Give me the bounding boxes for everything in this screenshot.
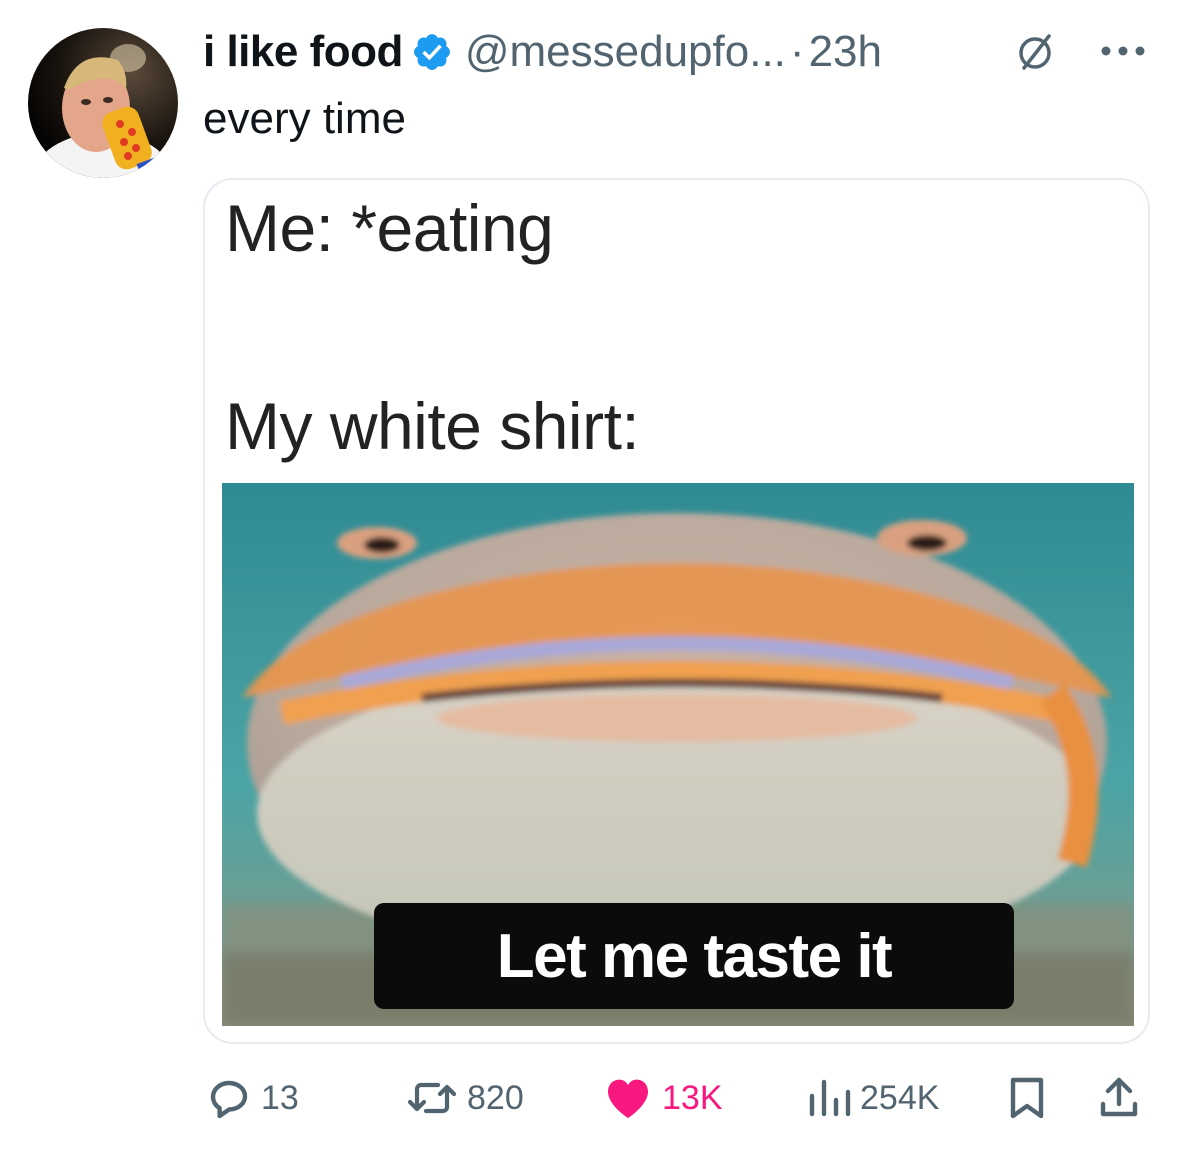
meme-text-line2: My white shirt: [225,389,640,463]
more-icon[interactable] [1098,44,1148,58]
views-button[interactable]: 254K [806,1068,939,1128]
reply-button[interactable]: 13 [205,1068,299,1128]
share-button[interactable] [1097,1068,1149,1128]
like-count: 13K [662,1078,723,1117]
share-icon [1100,1077,1138,1117]
grok-icon[interactable] [1016,30,1056,74]
meme-text-line1: Me: *eating [225,191,554,265]
avatar[interactable] [28,28,178,178]
bookmark-button[interactable] [1005,1068,1057,1128]
reply-count: 13 [261,1078,299,1117]
reply-icon [210,1080,248,1119]
action-bar: 13 820 13K 254K [0,1068,1179,1128]
tweet-text: every time [203,94,406,143]
handle[interactable]: @messedupfo... [465,27,786,77]
verified-badge-icon[interactable] [411,31,453,73]
display-name[interactable]: i like food [203,27,403,77]
bookmark-icon [1010,1077,1044,1119]
heart-icon [608,1079,648,1118]
repost-icon [407,1082,457,1114]
repost-button[interactable]: 820 [405,1068,524,1128]
separator-dot: · [789,27,805,76]
views-icon [809,1079,851,1117]
timestamp[interactable]: 23h [809,27,882,77]
view-count: 254K [860,1078,940,1117]
repost-count: 820 [467,1078,524,1117]
meme-image: Let me taste it [222,483,1134,1026]
like-button[interactable]: 13K [602,1068,723,1128]
post-header: i like food @messedupfo... · 23h [203,24,882,80]
media-card[interactable]: Me: *eating My white shirt: Let me taste… [203,178,1150,1044]
meme-caption: Let me taste it [374,903,1014,1009]
